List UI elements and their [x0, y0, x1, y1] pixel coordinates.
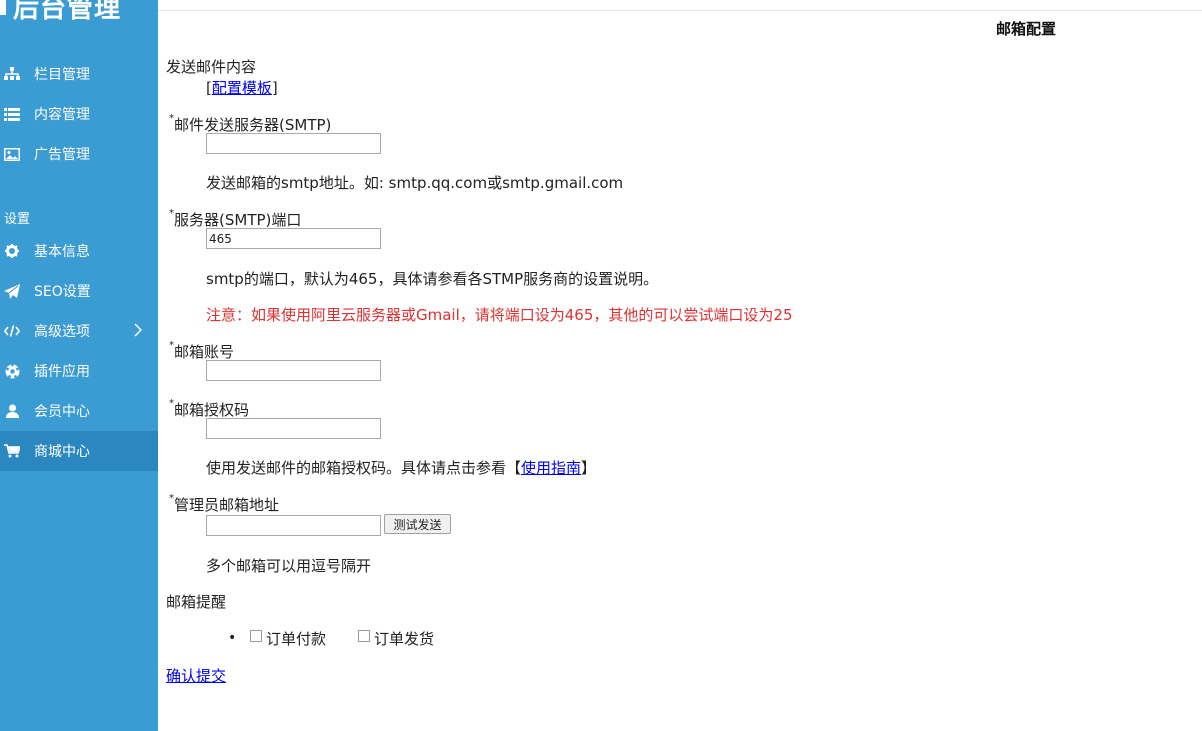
admin-email-label: *管理员邮箱地址 — [169, 493, 280, 515]
admin-email-input[interactable] — [206, 515, 381, 536]
cart-icon — [4, 443, 20, 459]
logo-text: 后台管理 — [13, 0, 122, 24]
sidebar-item-ad-management[interactable]: 广告管理 — [0, 134, 158, 174]
smtp-server-label-text: 邮件发送服务器(SMTP) — [174, 116, 332, 134]
sidebar-item-label: 广告管理 — [34, 147, 90, 163]
sidebar-item-basic-info[interactable]: 基本信息 — [0, 231, 158, 271]
gear-icon — [4, 243, 20, 259]
list-bullet: • — [228, 630, 237, 646]
sidebar-item-label: 插件应用 — [34, 364, 90, 380]
submit-link[interactable]: 确认提交 — [166, 667, 226, 685]
sidebar-item-plugins[interactable]: 插件应用 — [0, 351, 158, 391]
auth-code-hint-text: 使用发送邮件的邮箱授权码。具体请点击参看【 — [206, 459, 522, 477]
sidebar-item-advanced[interactable]: 高级选项 — [0, 311, 158, 351]
template-link-wrapper: [配置模板] — [206, 77, 278, 98]
required-mark: * — [169, 340, 174, 351]
user-icon — [4, 403, 20, 419]
admin-email-hint: 多个邮箱可以用逗号隔开 — [206, 557, 372, 575]
smtp-port-input[interactable] — [206, 228, 381, 249]
sidebar-item-label: 栏目管理 — [34, 67, 90, 83]
usage-guide-link[interactable]: 使用指南 — [521, 459, 581, 477]
sidebar-item-label: 基本信息 — [34, 244, 90, 260]
sidebar-item-label: SEO设置 — [34, 284, 91, 300]
smtp-port-hint: smtp的端口，默认为465，具体请参看各STMP服务商的设置说明。 — [206, 270, 659, 288]
sidebar-item-label: 内容管理 — [34, 107, 90, 123]
smtp-port-warning: 注意：如果使用阿里云服务器或Gmail，请将端口设为465，其他的可以尝试端口设… — [206, 306, 793, 324]
logo-mark-icon — [0, 0, 9, 15]
auth-code-input[interactable] — [206, 418, 381, 439]
required-mark: * — [169, 113, 174, 124]
account-label: *邮箱账号 — [169, 340, 235, 362]
send-content-label: 发送邮件内容 — [166, 58, 257, 76]
reminder-label: 邮箱提醒 — [166, 593, 227, 611]
order-shipped-label: 订单发货 — [374, 630, 435, 648]
image-icon — [4, 146, 20, 162]
test-send-button[interactable]: 测试发送 — [384, 514, 451, 534]
code-icon — [4, 323, 20, 339]
auth-code-label: *邮箱授权码 — [169, 398, 250, 420]
top-bar — [158, 0, 1202, 11]
sidebar-item-member-center[interactable]: 会员中心 — [0, 391, 158, 431]
smtp-port-label: *服务器(SMTP)端口 — [169, 208, 302, 230]
sitemap-icon — [4, 66, 20, 82]
submit-wrapper: 确认提交 — [166, 665, 226, 686]
smtp-server-hint: 发送邮箱的smtp地址。如: smtp.qq.com或smtp.gmail.co… — [206, 174, 624, 192]
sidebar: 后台管理 栏目管理 内容管理 广告管理 设置 基本信息 SEO设置 高级选项 插… — [0, 0, 158, 731]
account-input[interactable] — [206, 360, 381, 381]
smtp-server-input[interactable] — [206, 133, 381, 154]
paper-plane-icon — [4, 283, 20, 299]
sidebar-item-mall-center[interactable]: 商城中心 — [0, 431, 158, 471]
auth-code-hint-end: 】 — [581, 459, 597, 477]
required-mark: * — [169, 208, 174, 219]
admin-email-label-text: 管理员邮箱地址 — [174, 496, 280, 514]
sidebar-item-seo[interactable]: SEO设置 — [0, 271, 158, 311]
sidebar-item-content-management[interactable]: 内容管理 — [0, 94, 158, 134]
settings-section-label: 设置 — [4, 212, 31, 227]
auth-code-hint: 使用发送邮件的邮箱授权码。具体请点击参看【使用指南】 — [206, 457, 596, 478]
logo: 后台管理 — [0, 0, 121, 24]
required-mark: * — [169, 398, 174, 409]
account-label-text: 邮箱账号 — [174, 343, 235, 361]
sidebar-item-column-management[interactable]: 栏目管理 — [0, 54, 158, 94]
smtp-server-label: *邮件发送服务器(SMTP) — [169, 113, 332, 135]
soccer-ball-icon — [4, 363, 20, 379]
smtp-port-label-text: 服务器(SMTP)端口 — [174, 211, 302, 229]
chevron-right-icon — [134, 323, 143, 341]
template-config-link[interactable]: 配置模板 — [212, 79, 272, 97]
sidebar-item-label: 高级选项 — [34, 324, 90, 340]
order-paid-label: 订单付款 — [266, 630, 327, 648]
order-shipped-checkbox[interactable] — [358, 630, 370, 642]
auth-code-label-text: 邮箱授权码 — [174, 401, 250, 419]
order-paid-checkbox[interactable] — [250, 630, 262, 642]
list-icon — [4, 106, 20, 122]
bracket-close: ] — [271, 79, 278, 97]
page-title: 邮箱配置 — [996, 20, 1057, 38]
sidebar-item-label: 商城中心 — [34, 444, 90, 460]
sidebar-item-label: 会员中心 — [34, 404, 90, 420]
required-mark: * — [169, 493, 174, 504]
